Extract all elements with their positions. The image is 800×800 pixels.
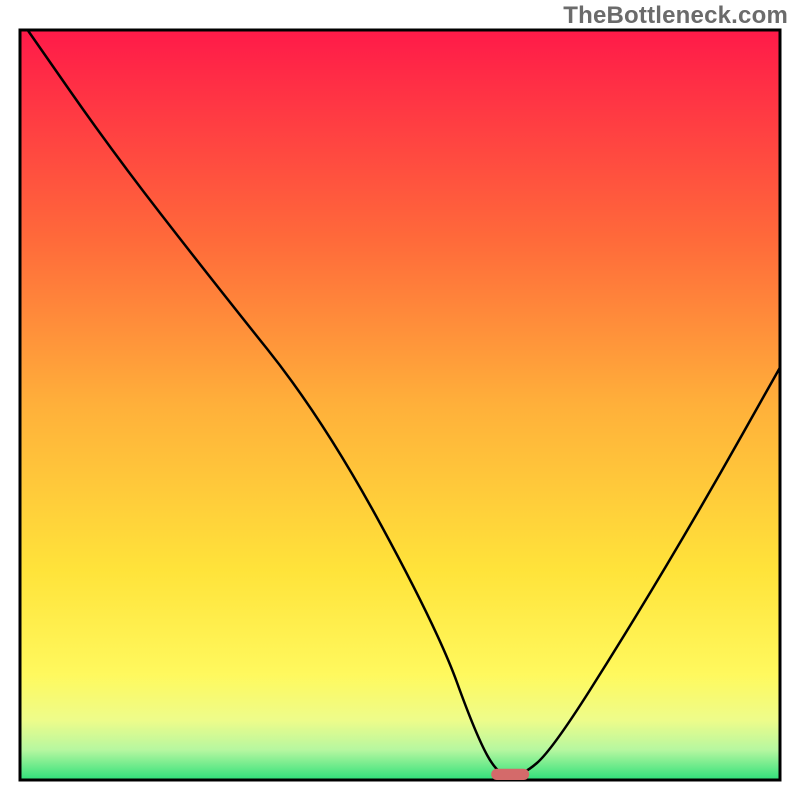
plot-background <box>20 30 780 780</box>
chart-container: TheBottleneck.com <box>0 0 800 800</box>
optimal-marker <box>491 769 529 780</box>
watermark-text: TheBottleneck.com <box>563 2 788 30</box>
bottleneck-chart <box>0 0 800 800</box>
